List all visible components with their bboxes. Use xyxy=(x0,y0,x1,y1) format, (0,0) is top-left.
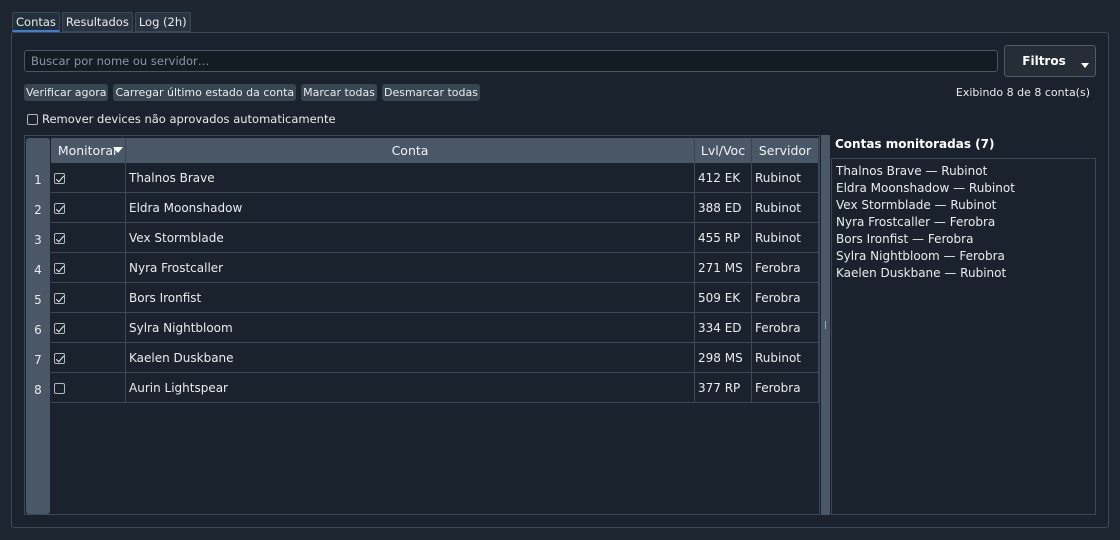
account-cell: Nyra Frostcaller xyxy=(126,253,695,283)
column-header-servidor[interactable]: Servidor xyxy=(752,138,819,163)
monitor-checkbox[interactable] xyxy=(54,322,65,334)
account-cell: Kaelen Duskbane xyxy=(126,343,695,373)
row-number-column: 12345678 xyxy=(26,138,50,514)
search-input[interactable] xyxy=(24,50,998,72)
monitored-title: Contas monitoradas (7) xyxy=(835,137,995,151)
monitor-checkbox[interactable] xyxy=(54,382,65,394)
monitor-cell xyxy=(51,163,126,193)
unmark-all-button[interactable]: Desmarcar todas xyxy=(381,84,480,101)
load-last-state-button[interactable]: Carregar último estado da conta xyxy=(113,84,297,101)
server-cell: Rubinot xyxy=(752,343,819,373)
monitor-cell xyxy=(51,313,126,343)
lvl-voc-cell: 377 RP xyxy=(695,373,752,403)
list-item[interactable]: Bors Ironfist — Ferobra xyxy=(836,231,1091,248)
column-header-monitorar[interactable]: Monitorar xyxy=(51,138,126,163)
panel-splitter[interactable] xyxy=(821,135,830,515)
accounts-table: 12345678 Monitorar Conta Lvl/Voc Servido… xyxy=(24,135,820,515)
table-row[interactable]: Sylra Nightbloom 334 ED Ferobra xyxy=(51,313,819,343)
lvl-voc-cell: 509 EK xyxy=(695,283,752,313)
account-cell: Thalnos Brave xyxy=(126,163,695,193)
table-row[interactable]: Kaelen Duskbane 298 MS Rubinot xyxy=(51,343,819,373)
splitter-grip-icon xyxy=(825,321,826,329)
monitor-cell xyxy=(51,223,126,253)
showing-count: Exibindo 8 de 8 conta(s) xyxy=(955,86,1090,99)
table-row[interactable]: Vex Stormblade 455 RP Rubinot xyxy=(51,223,819,253)
tab-bar: Contas Resultados Log (2h) xyxy=(12,12,191,32)
table-header: Monitorar Conta Lvl/Voc Servidor xyxy=(51,138,819,163)
column-header-conta[interactable]: Conta xyxy=(126,138,695,163)
verify-now-button[interactable]: Verificar agora xyxy=(24,84,109,101)
table-row[interactable]: Nyra Frostcaller 271 MS Ferobra xyxy=(51,253,819,283)
row-number[interactable]: 3 xyxy=(26,223,50,253)
monitor-checkbox[interactable] xyxy=(54,232,65,244)
tab-resultados[interactable]: Resultados xyxy=(61,12,133,32)
table-row[interactable]: Bors Ironfist 509 EK Ferobra xyxy=(51,283,819,313)
monitored-list[interactable]: Thalnos Brave — Rubinot Eldra Moonshadow … xyxy=(831,158,1096,515)
lvl-voc-cell: 455 RP xyxy=(695,223,752,253)
monitor-cell xyxy=(51,283,126,313)
monitor-cell xyxy=(51,193,126,223)
server-cell: Ferobra xyxy=(752,313,819,343)
row-number[interactable]: 1 xyxy=(26,163,50,193)
monitor-checkbox[interactable] xyxy=(54,262,65,274)
row-number[interactable]: 2 xyxy=(26,193,50,223)
sort-indicator-icon xyxy=(113,147,123,153)
monitor-cell xyxy=(51,343,126,373)
row-number[interactable]: 6 xyxy=(26,313,50,343)
auto-remove-label: Remover devices não aprovados automatica… xyxy=(42,112,336,126)
dropdown-arrow-icon xyxy=(1081,63,1089,68)
tab-contas[interactable]: Contas xyxy=(12,12,60,32)
auto-remove-checkbox[interactable] xyxy=(27,113,38,125)
mark-all-button[interactable]: Marcar todas xyxy=(301,84,377,101)
column-header-label: Monitorar xyxy=(57,143,119,158)
server-cell: Rubinot xyxy=(752,193,819,223)
table-row[interactable]: Thalnos Brave 412 EK Rubinot xyxy=(51,163,819,193)
lvl-voc-cell: 298 MS xyxy=(695,343,752,373)
filters-label: Filtros xyxy=(1022,54,1066,68)
tab-log[interactable]: Log (2h) xyxy=(134,12,191,32)
lvl-voc-cell: 412 EK xyxy=(695,163,752,193)
server-cell: Ferobra xyxy=(752,283,819,313)
row-number[interactable]: 7 xyxy=(26,343,50,373)
lvl-voc-cell: 271 MS xyxy=(695,253,752,283)
list-item[interactable]: Kaelen Duskbane — Rubinot xyxy=(836,265,1091,282)
list-item[interactable]: Vex Stormblade — Rubinot xyxy=(836,197,1091,214)
server-cell: Ferobra xyxy=(752,373,819,403)
monitor-checkbox[interactable] xyxy=(54,202,65,214)
account-cell: Vex Stormblade xyxy=(126,223,695,253)
server-cell: Rubinot xyxy=(752,223,819,253)
monitor-checkbox[interactable] xyxy=(54,172,65,184)
row-number[interactable]: 4 xyxy=(26,253,50,283)
account-cell: Bors Ironfist xyxy=(126,283,695,313)
row-number[interactable]: 8 xyxy=(26,373,50,403)
lvl-voc-cell: 334 ED xyxy=(695,313,752,343)
list-item[interactable]: Sylra Nightbloom — Ferobra xyxy=(836,248,1091,265)
auto-remove-option[interactable]: Remover devices não aprovados automatica… xyxy=(27,112,336,126)
table-body: Thalnos Brave 412 EK Rubinot Eldra Moonshad… xyxy=(51,163,819,403)
column-header-lvl-voc[interactable]: Lvl/Voc xyxy=(695,138,752,163)
list-item[interactable]: Nyra Frostcaller — Ferobra xyxy=(836,214,1091,231)
monitor-cell xyxy=(51,373,126,403)
monitor-checkbox[interactable] xyxy=(54,352,65,364)
account-cell: Aurin Lightspear xyxy=(126,373,695,403)
action-bar: Verificar agora Carregar último estado d… xyxy=(24,84,480,101)
server-cell: Rubinot xyxy=(752,163,819,193)
lvl-voc-cell: 388 ED xyxy=(695,193,752,223)
list-item[interactable]: Eldra Moonshadow — Rubinot xyxy=(836,180,1091,197)
table-row[interactable]: Eldra Moonshadow 388 ED Rubinot xyxy=(51,193,819,223)
monitor-cell xyxy=(51,253,126,283)
server-cell: Ferobra xyxy=(752,253,819,283)
monitor-checkbox[interactable] xyxy=(54,292,65,304)
account-cell: Eldra Moonshadow xyxy=(126,193,695,223)
filters-button[interactable]: Filtros xyxy=(1004,45,1096,77)
list-item[interactable]: Thalnos Brave — Rubinot xyxy=(836,163,1091,180)
row-number[interactable]: 5 xyxy=(26,283,50,313)
table-row[interactable]: Aurin Lightspear 377 RP Ferobra xyxy=(51,373,819,403)
account-cell: Sylra Nightbloom xyxy=(126,313,695,343)
